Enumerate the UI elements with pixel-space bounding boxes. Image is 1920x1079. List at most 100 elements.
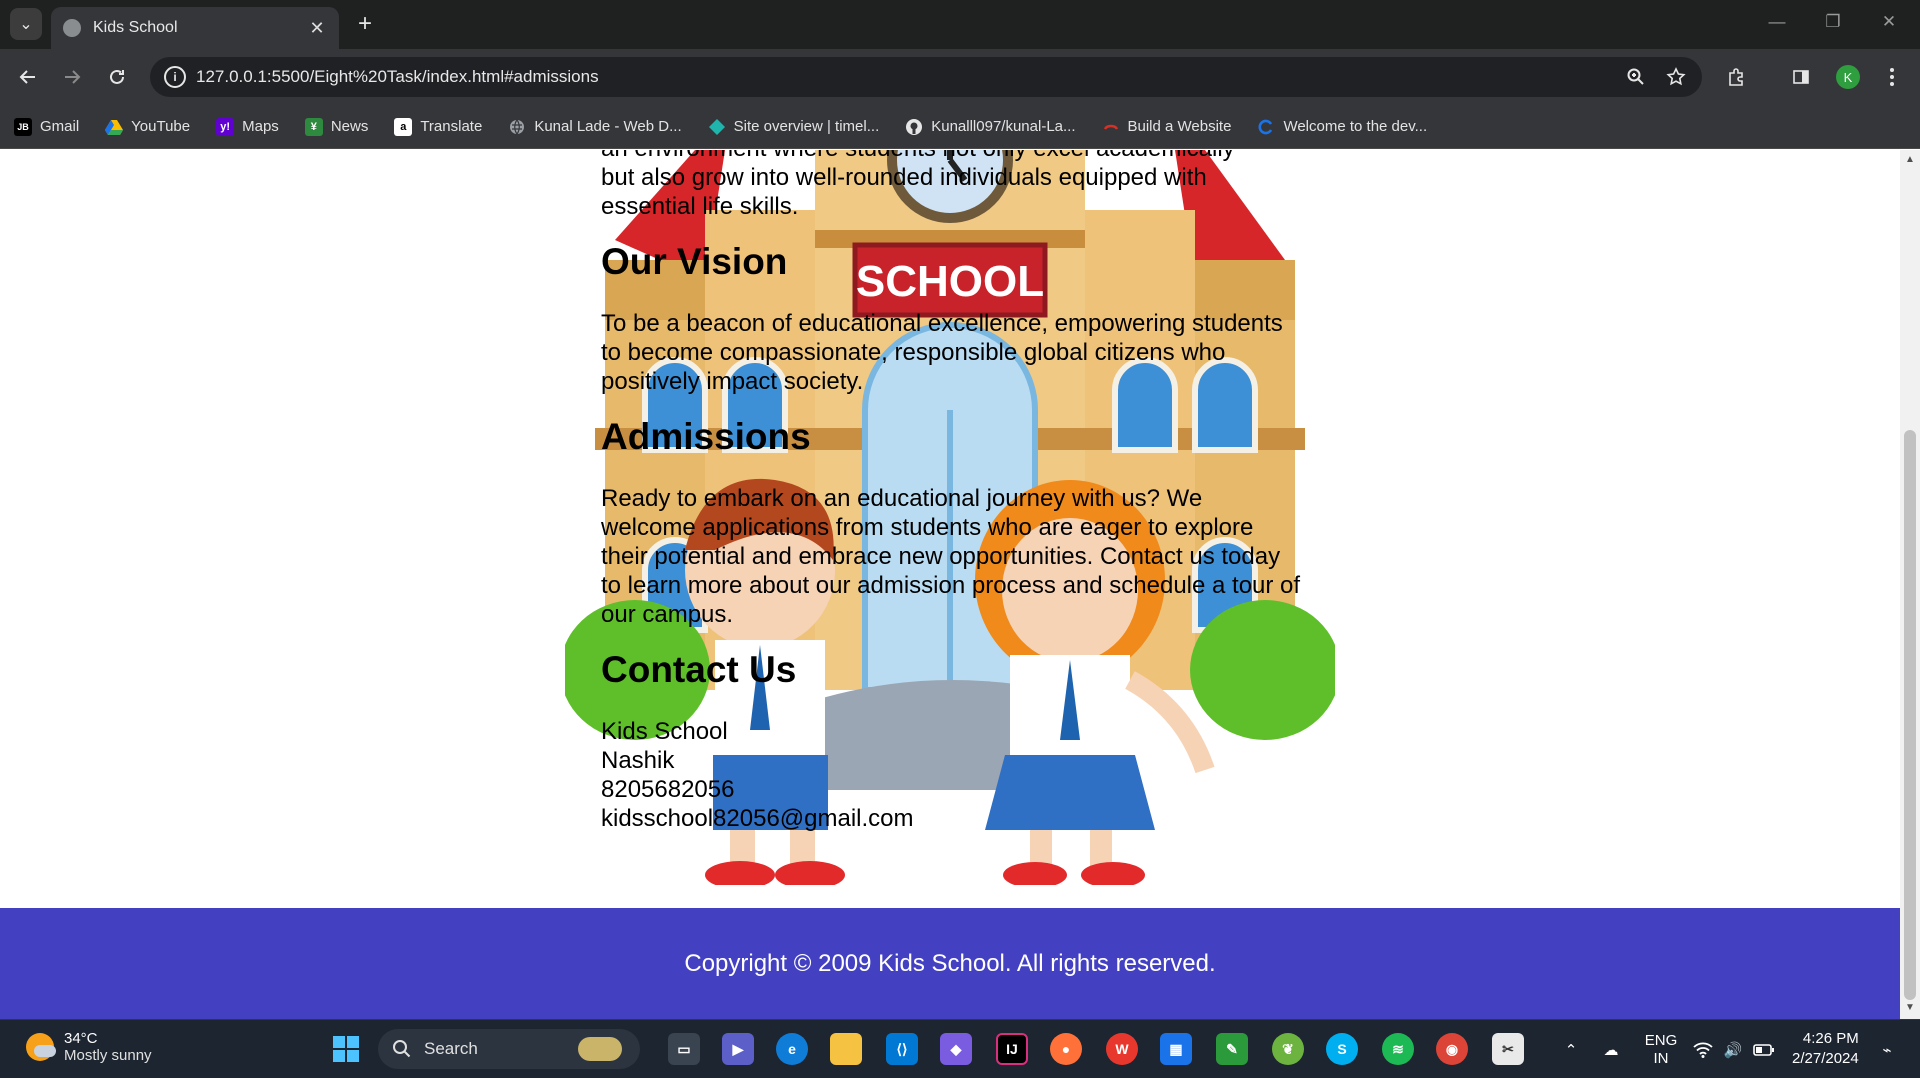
back-arrow-icon [19,70,35,84]
weather-condition: Mostly sunny [64,1047,152,1064]
new-tab-button[interactable]: + [352,12,378,38]
bookmark-welcome-dev[interactable]: Welcome to the dev... [1257,118,1427,136]
contact-phone: 8205682056 [601,776,735,803]
bookmark-label: Welcome to the dev... [1283,118,1428,135]
copilot-icon[interactable]: ◆ [940,1033,972,1065]
github-icon [905,118,923,136]
page-content: an environment where students not only e… [601,150,1301,833]
bookmark-youtube[interactable]: YouTube [105,118,190,136]
forward-button[interactable] [58,63,86,91]
system-clock[interactable]: 4:26 PM 2/27/2024 [1792,1029,1859,1069]
temperature: 34°C [64,1030,98,1047]
admissions-paragraph: Ready to embark on an educational journe… [601,485,1301,628]
profile-avatar[interactable]: K [1836,65,1860,89]
bookmark-maps[interactable]: y! Maps [216,117,279,136]
bookmark-translate[interactable]: a Translate [394,117,482,136]
zoom-icon[interactable] [1622,63,1650,91]
task-view-icon[interactable]: ▭ [668,1033,700,1065]
bookmark-kunal-lade[interactable]: Kunal Lade - Web D... [508,118,682,136]
chevron-up-icon[interactable]: ⌃ [1556,1020,1586,1079]
browser-toolbar: i 127.0.0.1:5500/Eight%20Task/index.html… [0,49,1920,105]
menu-kebab-icon[interactable] [1878,63,1906,91]
scroll-up-icon[interactable]: ▲ [1904,154,1916,166]
link-icon [1102,118,1120,136]
taskbar-search[interactable]: Search [378,1029,640,1069]
bookmark-build-website[interactable]: Build a Website [1102,118,1232,136]
close-tab-icon[interactable]: ✕ [307,18,327,39]
skype-icon[interactable]: S [1326,1033,1358,1065]
globe-icon [63,19,81,37]
firefox-icon[interactable]: ● [1050,1033,1082,1065]
bookmark-label: Maps [242,118,279,135]
vscode-icon[interactable]: ⟨⟩ [886,1033,918,1065]
page-scrollbar[interactable]: ▲ ▼ [1900,150,1920,1019]
language-code: ENG [1644,1031,1678,1049]
bookmarks-bar: JB Gmail YouTube y! Maps ¥ News a Transl… [0,105,1920,149]
bookmark-label: YouTube [131,118,191,135]
weather-widget[interactable]: 34°C Mostly sunny [26,1030,152,1064]
drive-icon [105,118,124,136]
edge-icon[interactable]: e [776,1033,808,1065]
intro-paragraph: but also grow into well-rounded individu… [601,164,1207,220]
browser-window: ⌄ Kids School ✕ + — ❐ ✕ i 127.0.0.1:5500… [0,0,1920,1078]
snipping-tool-icon[interactable]: ✂ [1492,1033,1524,1065]
restore-button[interactable]: ❐ [1818,12,1848,36]
intro-partial-line: an environment where students not only e… [601,150,1301,163]
windows-taskbar: 34°C Mostly sunny Search ▭ ▶ e ⟨⟩ ◆ IJ ●… [0,1019,1920,1078]
copyright-text: Copyright © 2009 Kids School. All rights… [684,949,1216,977]
bookmark-label: News [330,118,369,135]
bookmark-label: Kunal Lade - Web D... [534,118,682,135]
contact-city: Nashik [601,747,675,774]
globe-icon [508,118,526,136]
admissions-heading: Admissions [601,416,811,457]
side-panel-icon[interactable] [1787,63,1815,91]
onedrive-icon[interactable]: ☁ [1596,1020,1626,1079]
language-indicator[interactable]: ENG IN [1638,1020,1684,1079]
search-label: Search [424,1039,478,1058]
file-explorer-icon[interactable] [830,1033,862,1065]
scrollbar-thumb[interactable] [1904,430,1916,1000]
tab-kids-school[interactable]: Kids School ✕ [51,7,339,49]
partly-sunny-icon [26,1033,56,1061]
spring-icon[interactable]: ❦ [1272,1033,1304,1065]
extensions-icon[interactable] [1722,63,1750,91]
bookmark-site-overview[interactable]: Site overview | timel... [708,118,880,136]
battery-icon[interactable] [1750,1020,1778,1079]
teams-icon[interactable]: ▶ [722,1033,754,1065]
reload-button[interactable] [103,63,131,91]
contact-name: Kids School [601,718,728,745]
wifi-icon[interactable] [1690,1020,1716,1079]
yahoo-icon: y! [216,117,235,136]
bookmark-gmail[interactable]: JB Gmail [14,117,79,136]
store-icon[interactable]: ▦ [1160,1033,1192,1065]
address-bar[interactable]: i 127.0.0.1:5500/Eight%20Task/index.html… [150,57,1702,97]
bookmark-star-icon[interactable] [1662,63,1690,91]
site-info-icon[interactable]: i [164,66,186,88]
bookmark-github[interactable]: Kunalll097/kunal-La... [905,118,1076,136]
tab-search-button[interactable]: ⌄ [10,8,42,40]
windows-start-icon[interactable] [330,1033,362,1065]
spotify-icon[interactable]: ≋ [1382,1033,1414,1065]
region-code: IN [1653,1049,1669,1067]
url-text[interactable]: 127.0.0.1:5500/Eight%20Task/index.html#a… [196,67,1622,87]
photo-editor-icon[interactable]: ✎ [1216,1033,1248,1065]
page-footer: Copyright © 2009 Kids School. All rights… [0,908,1900,1019]
clock-date: 2/27/2024 [1792,1050,1859,1067]
bookmark-label: Site overview | timel... [733,118,880,135]
volume-icon[interactable]: 🔊 [1720,1020,1746,1079]
close-window-button[interactable]: ✕ [1874,12,1904,36]
bookmark-label: Build a Website [1127,118,1232,135]
dev-icon [1257,118,1275,136]
news-icon: ¥ [304,117,323,136]
minimize-button[interactable]: — [1762,12,1792,36]
back-button[interactable] [14,63,42,91]
intellij-icon[interactable]: IJ [996,1033,1028,1065]
bookmark-news[interactable]: ¥ News [304,117,369,136]
contact-email: kidsschool82056@gmail.com [601,805,914,832]
notification-bell-icon[interactable]: ⌁ [1872,1020,1902,1079]
chrome-icon[interactable]: ◉ [1436,1033,1468,1065]
diamond-icon [708,118,726,136]
wps-office-icon[interactable]: W [1106,1033,1138,1065]
search-icon [393,1040,411,1058]
scroll-down-icon[interactable]: ▼ [1904,1002,1916,1014]
